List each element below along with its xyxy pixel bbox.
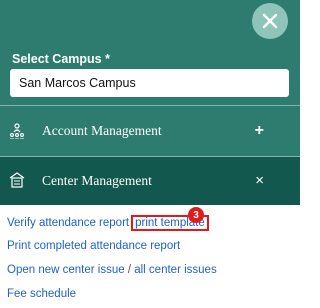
collapse-icon[interactable]: ×	[255, 173, 264, 189]
campus-label: Select Campus *	[12, 52, 110, 66]
all-issues-link[interactable]: all center issues	[134, 264, 216, 276]
close-button[interactable]	[252, 3, 288, 39]
org-chart-icon	[10, 123, 24, 139]
account-management-label: Account Management	[42, 123, 162, 138]
expand-icon[interactable]: +	[255, 123, 264, 139]
header-panel: Select Campus * San Marcos Campus	[0, 0, 300, 105]
verify-row: Verify attendance report print template	[7, 215, 209, 231]
campus-select-value: San Marcos Campus	[19, 76, 136, 90]
center-management-label: Center Management	[42, 173, 152, 188]
link-separator: /	[127, 264, 132, 276]
building-icon	[9, 172, 25, 188]
fee-schedule-link[interactable]: Fee schedule	[7, 288, 76, 300]
open-issue-link[interactable]: Open new center issue	[7, 264, 125, 276]
step-badge: 3	[188, 207, 204, 223]
account-management-row[interactable]: Account Management +	[0, 105, 300, 157]
print-completed-row: Print completed attendance report	[7, 240, 180, 252]
print-completed-link[interactable]: Print completed attendance report	[7, 240, 180, 252]
fee-row: Fee schedule	[7, 288, 76, 300]
center-management-row[interactable]: Center Management ×	[0, 157, 300, 205]
close-icon	[262, 13, 278, 29]
issues-row: Open new center issue / all center issue…	[7, 264, 217, 276]
verify-attendance-link[interactable]: Verify attendance report	[7, 217, 129, 229]
campus-select[interactable]: San Marcos Campus	[10, 69, 289, 97]
